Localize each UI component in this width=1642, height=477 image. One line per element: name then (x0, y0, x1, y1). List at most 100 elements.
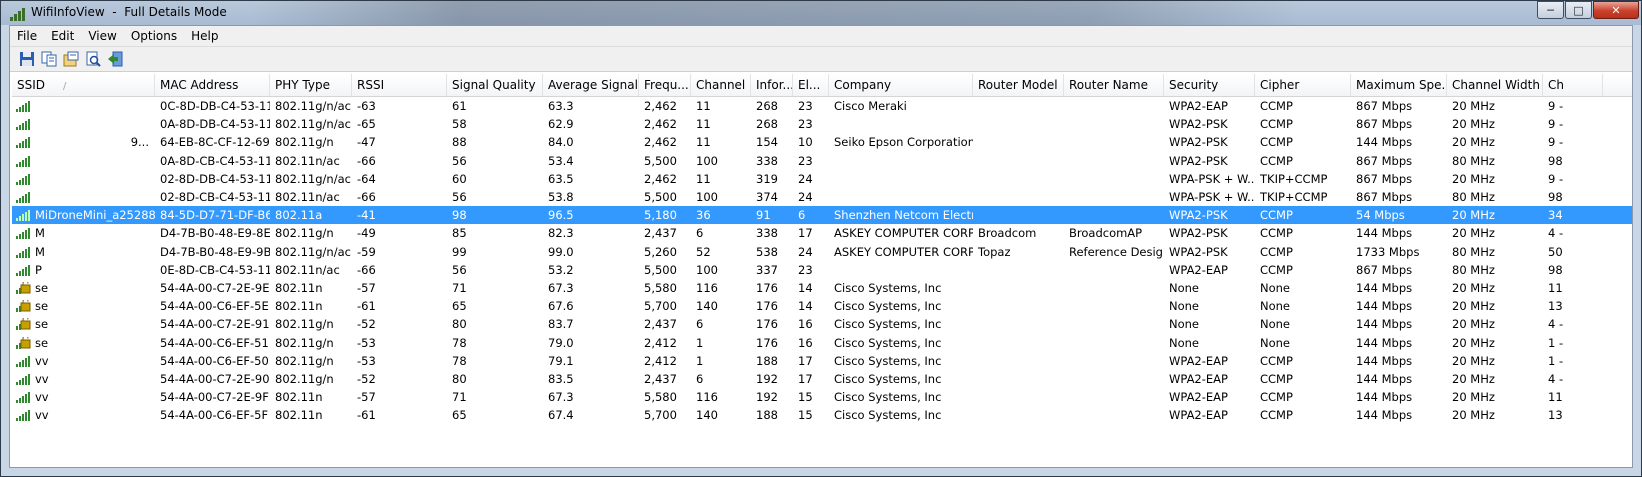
close-button[interactable]: ✕ (1593, 1, 1639, 19)
column-header-phy[interactable]: PHY Type (270, 74, 352, 96)
table-row[interactable]: 9... 64-EB-8C-CF-12-69 802.11g/n -47 88 84.0 2… (12, 133, 1632, 151)
cell-el: 23 (798, 153, 813, 168)
cell-phy: 802.11n (275, 299, 323, 314)
cell-company: ASKEY COMPUTER CORP (834, 226, 973, 241)
table-row[interactable]: 0C-8D-DB-C4-53-11 802.11g/n/ac -63 61 63.3 2,… (12, 97, 1632, 115)
cell-freq: 5,500 (644, 153, 677, 168)
cell-cipher: TKIP+CCMP (1260, 171, 1328, 186)
cell-el: 14 (798, 281, 813, 295)
cell-chwidth: 20 MHz (1452, 372, 1495, 386)
cell-el: 15 (798, 408, 813, 423)
table-row-selected[interactable]: MiDroneMini_a25288 84-5D-D7-71-DF-B6 802.1… (12, 206, 1632, 225)
cell-phy: 802.11g/n (275, 135, 334, 150)
menu-help[interactable]: Help (184, 26, 225, 46)
cell-cipher: None (1260, 299, 1291, 314)
cell-extra: 50 (1548, 244, 1563, 259)
column-header-rname[interactable]: Router Name (1064, 74, 1164, 96)
cell-ssid: M (35, 244, 45, 259)
column-header-mac[interactable]: MAC Address (155, 74, 270, 96)
table-row[interactable]: 0A-8D-CB-C4-53-11 802.11n/ac -66 56 53.4 5,50… (12, 152, 1632, 170)
column-header-label: MAC Address (160, 78, 239, 92)
cell-maxspeed: 144 Mbps (1356, 299, 1413, 314)
cell-model (973, 97, 1064, 115)
cell-extra: 9 - (1548, 135, 1564, 150)
menu-options[interactable]: Options (124, 26, 184, 46)
cell-mac: 02-8D-CB-C4-53-11 (160, 190, 270, 204)
column-header-info[interactable]: Infor... (751, 74, 793, 96)
column-header-cipher[interactable]: Cipher (1255, 74, 1351, 96)
column-header-extra[interactable]: Ch (1543, 74, 1603, 96)
table-row[interactable]: 02-8D-CB-C4-53-11 802.11n/ac -66 56 53.8 5,50… (12, 188, 1632, 206)
table-row[interactable]: se 54-4A-00-C6-EF-5E 802.11n -61 65 67.6 5,700… (12, 297, 1632, 315)
column-header-avg[interactable]: Average Signal... (543, 74, 639, 96)
title-bar[interactable]: WifiInfoView - Full Details Mode ─ □ ✕ (1, 1, 1641, 25)
exit-button[interactable] (105, 49, 125, 69)
cell-avg: 99.0 (548, 244, 574, 259)
cell-maxspeed: 54 Mbps (1356, 208, 1405, 223)
properties-button[interactable] (61, 49, 81, 69)
copy-button[interactable] (39, 49, 59, 69)
cell-rname (1064, 261, 1164, 279)
column-header-rssi[interactable]: RSSI (352, 74, 447, 96)
maximize-button[interactable]: □ (1565, 1, 1592, 19)
column-header-ch[interactable]: Channel (691, 74, 751, 96)
column-header-label: RSSI (357, 78, 385, 92)
cell-security: WPA2-PSK (1169, 226, 1228, 241)
toolbar (10, 47, 1632, 72)
find-button[interactable] (83, 49, 103, 69)
table-row[interactable]: 02-8D-DB-C4-53-11 802.11g/n/ac -64 60 63.5 2,… (12, 170, 1632, 188)
column-header-maxspeed[interactable]: Maximum Spe... (1351, 74, 1447, 96)
cell-company (829, 170, 973, 188)
cell-el: 23 (798, 99, 813, 113)
column-header-security[interactable]: Security (1164, 74, 1255, 96)
table-row[interactable]: se 54-4A-00-C7-2E-91 802.11g/n -52 80 83.7 2,4… (12, 315, 1632, 333)
cell-info: 374 (756, 190, 778, 204)
column-header-freq[interactable]: Frequ... (639, 74, 691, 96)
cell-ssid: MiDroneMini_a25288 (35, 208, 155, 223)
cell-sq: 61 (452, 99, 467, 113)
cell-model: Broadcom (978, 226, 1037, 241)
cell-avg: 62.9 (548, 117, 574, 132)
minimize-button[interactable]: ─ (1537, 1, 1564, 19)
table-row[interactable]: vv 54-4A-00-C6-EF-50 802.11g/n -53 78 79.1 2,4… (12, 352, 1632, 370)
menu-view[interactable]: View (81, 26, 123, 46)
column-header-model[interactable]: Router Model (973, 74, 1064, 96)
menu-file[interactable]: File (10, 26, 44, 46)
column-header-ssid[interactable]: SSID / (12, 74, 155, 96)
cell-el: 17 (798, 353, 813, 368)
cell-phy: 802.11g/n/ac (275, 99, 351, 113)
cell-cipher: CCMP (1260, 244, 1293, 259)
table-row[interactable]: se 54-4A-00-C7-2E-9E 802.11n -57 71 67.3 5,580… (12, 279, 1632, 297)
table-row[interactable]: vv 54-4A-00-C7-2E-90 802.11g/n -52 80 83.5 2,4… (12, 370, 1632, 388)
cell-ch: 11 (696, 99, 711, 113)
cell-cipher: None (1260, 281, 1291, 295)
column-header-label: Channel Width (1452, 78, 1540, 92)
table-row[interactable]: M D4-7B-B0-48-E9-8E 802.11g/n -49 85 82.3 2,43… (12, 224, 1632, 242)
column-header-company[interactable]: Company (829, 74, 973, 96)
cell-maxspeed: 867 Mbps (1356, 117, 1413, 132)
cell-company: Seiko Epson Corporation (834, 135, 973, 150)
cell-phy: 802.11g/n (275, 353, 334, 368)
table-row[interactable]: vv 54-4A-00-C7-2E-9F 802.11n -57 71 67.3 5,580… (12, 388, 1632, 406)
networks-list[interactable]: SSID / MAC Address PHY Type RSSI Signal Quali… (12, 74, 1632, 467)
cell-mac: 54-4A-00-C7-2E-90 (160, 372, 270, 386)
cell-ssid (30, 97, 155, 115)
table-row[interactable]: vv 54-4A-00-C6-EF-5F 802.11n -61 65 67.4 5,700… (12, 406, 1632, 424)
cell-extra: 4 - (1548, 226, 1564, 241)
cell-mac: 0A-8D-DB-C4-53-11 (160, 117, 270, 132)
signal-icon (16, 118, 30, 131)
table-row[interactable]: 0A-8D-DB-C4-53-11 802.11g/n/ac -65 58 62.9 2,… (12, 115, 1632, 133)
cell-rname (1064, 97, 1164, 115)
table-row[interactable]: M D4-7B-B0-48-E9-9B 802.11g/n/ac -59 99 99.0 5… (12, 243, 1632, 261)
cell-mac: 54-4A-00-C6-EF-51 (160, 335, 269, 350)
save-button[interactable] (17, 49, 37, 69)
cell-security: WPA2-PSK (1169, 244, 1228, 259)
signal-icon (16, 227, 30, 240)
signal-icon (16, 136, 30, 149)
column-header-el[interactable]: El... (793, 74, 829, 96)
column-header-sq[interactable]: Signal Quality (447, 74, 543, 96)
column-header-chwidth[interactable]: Channel Width (1447, 74, 1543, 96)
table-row[interactable]: P 0E-8D-CB-C4-53-11 802.11n/ac -66 56 53.2 5,5… (12, 261, 1632, 279)
table-row[interactable]: se 54-4A-00-C6-EF-51 802.11g/n -53 78 79.0 2,4… (12, 334, 1632, 352)
menu-edit[interactable]: Edit (44, 26, 81, 46)
